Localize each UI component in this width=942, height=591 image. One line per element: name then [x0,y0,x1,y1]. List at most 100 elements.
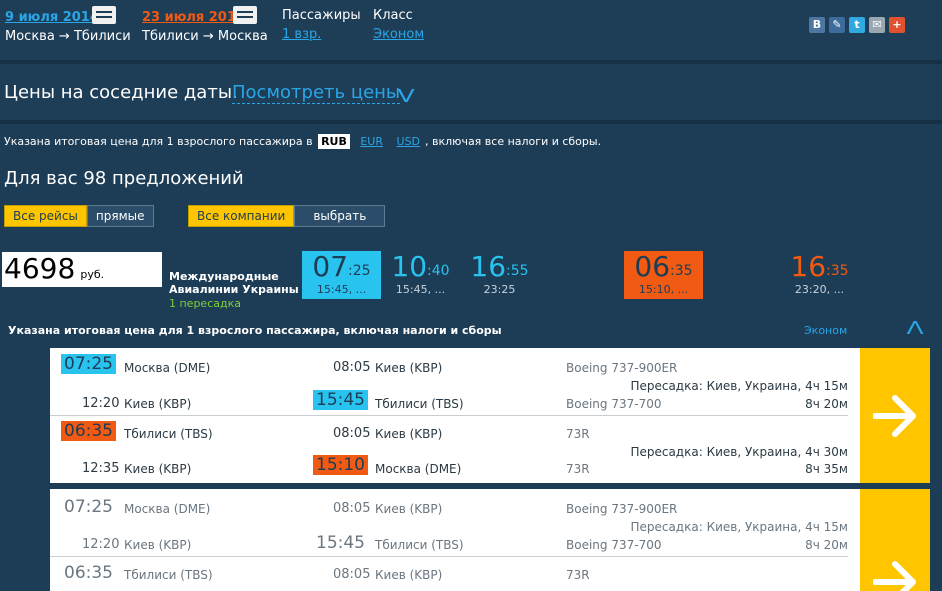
stops-count: 1 пересадка [169,297,241,310]
time-option[interactable]: 06:35 15:10, ... [624,251,703,299]
flight-card[interactable]: 07:25 Москва (DME) 08:05 Киев (KBP) Boei… [50,348,860,483]
airline-name-line2: Авиалинии Украины [169,283,299,296]
flight-card[interactable]: 07:25 Москва (DME) 08:05 Киев (KBP) Boei… [50,489,860,591]
calendar-icon[interactable] [92,6,116,24]
departure-airport: Киев (KBP) [124,462,192,476]
arrow-right-icon [873,561,916,591]
time-hour: 16 [790,250,827,283]
time-option[interactable]: 16:55 23:25 [460,251,539,299]
arrival-time: 15:45 [313,390,368,410]
departure-time: 12:35 [82,461,120,476]
airline-name-line1: Международные [169,270,279,283]
departure-time: 07:25 [64,497,113,517]
total-duration: 8ч 35м [805,462,848,476]
fare-class-link[interactable]: Эконом [804,324,847,337]
twitter-icon[interactable]: t [849,17,865,33]
time-option[interactable]: 07:25 15:45, ... [302,251,381,299]
leg-divider [50,556,848,557]
departure-time: 07:25 [61,354,116,374]
arrival-airport: Киев (KBP) [375,568,443,582]
time-hour: 10 [391,250,428,283]
departure-time: 06:35 [61,421,116,441]
time-hour: 07 [312,250,349,283]
arrival-time: 15:10 [313,455,368,475]
currency-rub[interactable]: RUB [318,134,350,149]
offer-price: 4698 руб. [2,252,162,287]
currency-eur[interactable]: EUR [357,134,386,149]
inbound-route: Тбилиси → Москва [142,29,268,44]
departure-airport: Киев (KBP) [124,397,192,411]
currency-usd[interactable]: USD [394,134,424,149]
transfer-info: Пересадка: Киев, Украина, 4ч 15м [630,379,848,393]
time-arrival: 23:20, ... [794,283,845,296]
time-option[interactable]: 16:35 23:20, ... [780,251,859,299]
time-arrival: 15:10, ... [638,283,689,296]
price-currency: руб. [80,268,105,281]
arrival-time: 08:05 [333,567,371,582]
flights-filter: Все рейсы прямые [4,205,154,227]
aircraft-type: Boeing 737-900ER [566,361,678,375]
search-summary-bar: 9 июля 2014 Москва → Тбилиси 23 июля 201… [0,0,942,60]
departure-time: 12:20 [82,396,120,411]
arrival-airport: Киев (KBP) [375,502,443,516]
time-minutes: :35 [670,263,693,279]
direct-flights-button[interactable]: прямые [86,205,154,227]
chevron-down-icon[interactable]: V [398,86,415,107]
choose-companies-button[interactable]: выбрать [294,205,386,227]
outbound-date-link[interactable]: 9 июля 2014 [5,10,99,25]
price-note-tail: , включая все налоги и сборы. [425,135,602,148]
aircraft-type: 73R [566,568,590,582]
aircraft-type: Boeing 737-900ER [566,502,678,516]
divider [0,120,942,124]
departure-airport: Москва (DME) [124,502,211,516]
neighbor-dates-title: Цены на соседние даты. [4,82,238,103]
view-prices-link[interactable]: Посмотреть цены [232,83,401,104]
departure-airport: Киев (KBP) [124,538,192,552]
companies-filter: Все компании выбрать [188,205,386,227]
all-flights-button[interactable]: Все рейсы [4,205,87,227]
transfer-info: Пересадка: Киев, Украина, 4ч 30м [630,445,848,459]
passengers-label: Пассажиры [282,8,361,23]
departure-airport: Тбилиси (TBS) [124,568,213,582]
chevron-up-icon[interactable]: Λ [907,318,924,339]
leg-divider [50,415,848,416]
time-option[interactable]: 10:40 15:45, ... [381,251,460,299]
time-hour: 06 [634,250,671,283]
time-arrival: 15:45, ... [395,283,446,296]
price-note-text: Указана итоговая цена для 1 взрослого па… [4,135,313,148]
vk-icon[interactable]: В [809,17,825,33]
mail-icon[interactable]: ✉ [869,17,885,33]
passengers-selector[interactable]: 1 взр. [282,27,321,42]
price-note: Указана итоговая цена для 1 взрослого па… [4,134,601,149]
neighbor-dates-panel: Цены на соседние даты. Посмотреть цены V [0,64,942,120]
class-selector[interactable]: Эконом [373,27,424,42]
select-flight-button[interactable] [860,489,930,591]
transfer-info: Пересадка: Киев, Украина, 4ч 15м [630,520,848,534]
detail-price-note: Указана итоговая цена для 1 взрослого па… [8,324,502,337]
price-value: 4698 [4,252,76,285]
google-plus-icon[interactable]: + [889,17,905,33]
offers-count: Для вас 98 предложений [4,168,244,189]
arrival-time: 15:45 [316,533,365,553]
all-companies-button[interactable]: Все компании [188,205,295,227]
total-duration: 8ч 20м [805,397,848,411]
arrow-right-icon [873,395,916,437]
aircraft-type: Boeing 737-700 [566,538,662,552]
arrival-airport: Тбилиси (TBS) [375,538,464,552]
outbound-route: Москва → Тбилиси [5,29,131,44]
departure-airport: Тбилиси (TBS) [124,427,213,441]
departure-airport: Москва (DME) [124,361,211,375]
calendar-icon[interactable] [233,6,257,24]
time-minutes: :25 [348,263,371,279]
airline-name: Международные Авиалинии Украины [169,270,299,296]
arrival-time: 08:05 [333,426,371,441]
time-arrival: 15:45, ... [316,283,367,296]
time-minutes: :35 [826,263,849,279]
aircraft-type: 73R [566,462,590,476]
time-minutes: :40 [427,263,450,279]
livejournal-icon[interactable]: ✎ [829,17,845,33]
inbound-date-link[interactable]: 23 июля 2014 [142,10,245,25]
time-minutes: :55 [506,263,529,279]
departure-time: 06:35 [64,563,113,583]
select-flight-button[interactable] [860,348,930,483]
